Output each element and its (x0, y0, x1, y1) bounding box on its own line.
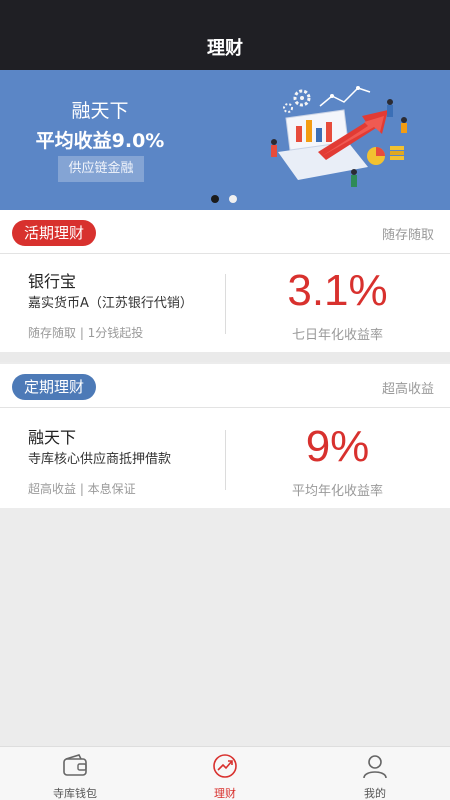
product-description: 寺库核心供应商抵押借款 (28, 452, 172, 467)
promo-banner[interactable]: 融天下 平均收益9.0% 供应链金融 (0, 70, 450, 210)
product-rate-label: 平均年化收益率 (291, 484, 383, 499)
banner-subtitle: 平均收益9.0% (35, 130, 165, 152)
section-header: 活期理财 随存随取 (0, 210, 450, 254)
product-footer: 随存随取 | 1分钱起投 (28, 326, 144, 340)
section-gap (0, 352, 450, 362)
section-badge: 定期理财 (12, 374, 97, 400)
tab-finance[interactable]: 理财 (150, 747, 300, 800)
product-rate-label: 七日年化收益率 (291, 328, 383, 343)
wallet-icon (63, 754, 87, 776)
tab-profile[interactable]: 我的 (300, 747, 450, 800)
carousel-dot-1[interactable] (211, 195, 219, 203)
trend-chart-icon (213, 754, 237, 778)
section-right-text: 随存随取 (381, 228, 434, 243)
product-card-yinhangbao[interactable]: 银行宝 嘉实货币A（江苏银行代销） 随存随取 | 1分钱起投 3.1% 七日年化… (0, 254, 450, 352)
section-badge: 活期理财 (12, 220, 97, 246)
product-name: 融天下 (28, 428, 77, 447)
tab-label: 寺库钱包 (53, 787, 97, 800)
product-rate: 9% (305, 422, 370, 471)
product-card-rongtianxia[interactable]: 融天下 寺库核心供应商抵押借款 超高收益 | 本息保证 9% 平均年化收益率 (0, 408, 450, 508)
tab-label: 我的 (364, 787, 386, 800)
fixed-term-section: 定期理财 超高收益 融天下 寺库核心供应商抵押借款 超高收益 | 本息保证 9%… (0, 364, 450, 508)
product-footer: 超高收益 | 本息保证 (28, 482, 136, 496)
bottom-tab-bar: 寺库钱包 理财 我的 (0, 746, 450, 800)
section-right-text: 超高收益 (381, 382, 434, 397)
tab-wallet[interactable]: 寺库钱包 (0, 747, 150, 800)
product-name: 银行宝 (28, 272, 77, 291)
banner-title: 融天下 (71, 100, 129, 122)
user-icon (363, 755, 387, 779)
banner-tag: 供应链金融 (58, 156, 144, 182)
top-nav-bar: 理财 (0, 0, 450, 70)
section-header: 定期理财 超高收益 (0, 364, 450, 408)
product-rate: 3.1% (287, 266, 388, 315)
demand-savings-section: 活期理财 随存随取 银行宝 嘉实货币A（江苏银行代销） 随存随取 | 1分钱起投… (0, 210, 450, 352)
carousel-dot-2[interactable] (229, 195, 237, 203)
page-title: 理财 (207, 38, 243, 59)
tab-label: 理财 (214, 787, 236, 800)
finance-illustration-icon (271, 86, 407, 187)
product-description: 嘉实货币A（江苏银行代销） (28, 296, 193, 311)
